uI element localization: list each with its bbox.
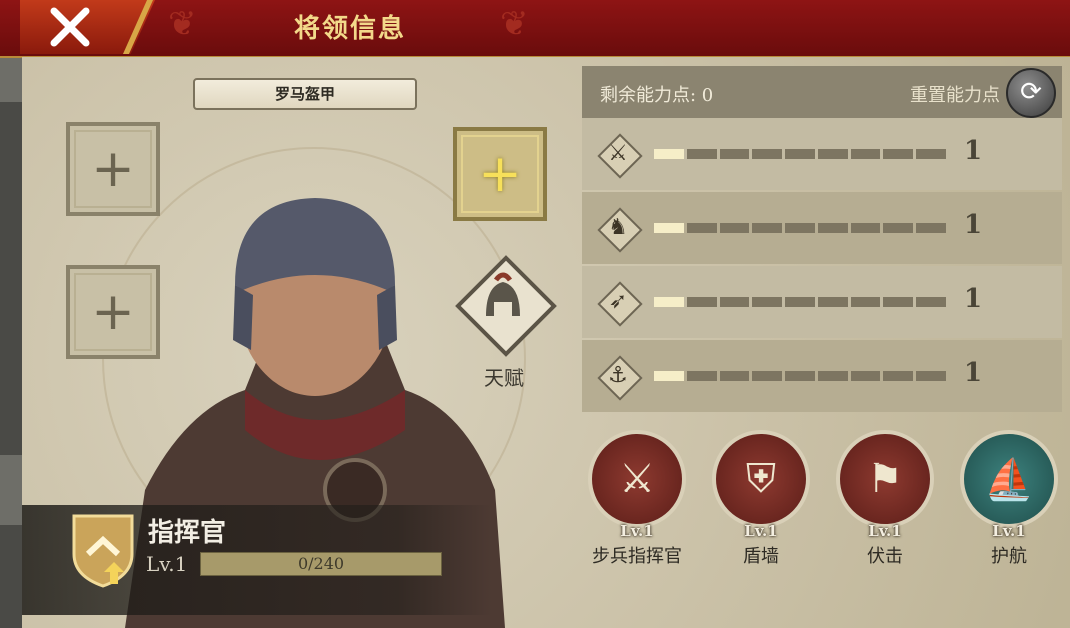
skill-name: 护航 <box>991 546 1027 567</box>
stat-value: 1 <box>964 210 983 240</box>
crossed-swords-icon: ⚔ <box>588 430 686 528</box>
stat-value: 1 <box>964 136 983 166</box>
stat-value: 1 <box>964 284 983 314</box>
stat-progress <box>654 371 947 381</box>
xp-text: 0/240 <box>297 554 345 573</box>
skill-level: Lv.1 <box>868 522 902 540</box>
refresh-icon[interactable]: ⟳ <box>1006 68 1056 118</box>
ship-icon: ⛵ <box>960 430 1058 528</box>
skill-level: Lv.1 <box>744 522 778 540</box>
background-tile <box>0 58 22 102</box>
skill-name: 盾墙 <box>743 546 779 567</box>
stat-value: 1 <box>964 358 983 388</box>
background-tile <box>0 455 22 525</box>
background-strip <box>0 0 22 628</box>
stat-progress <box>654 223 947 233</box>
commander-name: 指挥官 <box>148 518 227 548</box>
reset-points-label[interactable]: 重置能力点 <box>910 81 1000 107</box>
stat-row-infantry: ⚔ 1 <box>582 118 1062 190</box>
stat-row-archer: ➶ 1 <box>582 266 1062 338</box>
stat-row-cavalry: ♞ 1 <box>582 192 1062 264</box>
close-x-icon <box>50 7 90 47</box>
plus-icon: + <box>91 139 135 199</box>
skill-shield-wall[interactable]: ⛨ Lv.1 盾墙 <box>708 430 818 570</box>
skill-level: Lv.1 <box>620 522 654 540</box>
horse-icon: ♞ <box>597 207 643 253</box>
skill-name: 步兵指挥官 <box>592 546 682 567</box>
stat-row-navy: ⚓ 1 <box>582 340 1062 412</box>
anchor-icon: ⚓ <box>597 355 643 401</box>
ambush-icon: ⚑ <box>836 430 934 528</box>
rank-shield-icon <box>72 514 134 588</box>
ability-stats-panel: 剩余能力点: 0 重置能力点 ⟳ ⚔ 1 ♞ 1 ➶ 1 ⚓ 1 <box>582 66 1062 412</box>
ability-points-bar: 剩余能力点: 0 重置能力点 ⟳ <box>582 66 1062 118</box>
remaining-points-label: 剩余能力点: 0 <box>600 85 714 106</box>
commander-level: Lv.1 <box>146 552 188 576</box>
skill-name: 伏击 <box>867 546 903 567</box>
skill-escort[interactable]: ⛵ Lv.1 护航 <box>956 430 1066 570</box>
stat-progress <box>654 297 947 307</box>
sword-icon: ⚔ <box>597 133 643 179</box>
bow-icon: ➶ <box>597 281 643 327</box>
shield-wall-icon: ⛨ <box>712 430 810 528</box>
title-bar: ❦ ❦ 将领信息 <box>0 0 1070 58</box>
armor-name-label[interactable]: 罗马盔甲 <box>193 78 417 110</box>
skill-infantry-commander[interactable]: ⚔ Lv.1 步兵指挥官 <box>584 430 694 570</box>
skill-level: Lv.1 <box>992 522 1026 540</box>
skill-ambush[interactable]: ⚑ Lv.1 伏击 <box>832 430 942 570</box>
stat-progress <box>654 149 947 159</box>
xp-progress-bar: 0/240 <box>200 552 442 576</box>
